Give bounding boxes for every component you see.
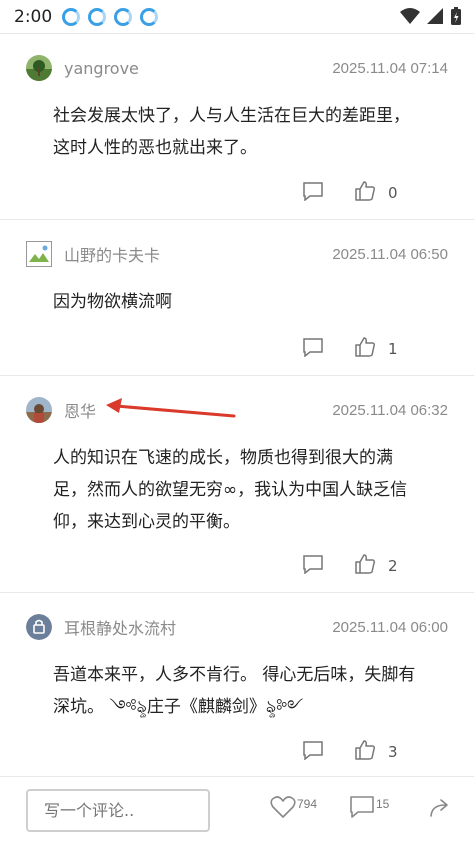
avatar[interactable]: [26, 397, 52, 423]
share-button[interactable]: [428, 795, 452, 819]
status-bar: 2:00: [0, 0, 474, 33]
reply-icon[interactable]: [302, 337, 324, 361]
notification-icon: [140, 7, 159, 26]
comment-item: 耳根静处水流村 2025.11.04 06:00 吾道本来平，人多不肯行。 得心…: [0, 592, 474, 776]
username[interactable]: 耳根静处水流村: [64, 615, 176, 639]
comment-item: 山野的卡夫卡 2025.11.04 06:50 因为物欲横流啊 1: [0, 219, 474, 375]
like-icon[interactable]: [354, 180, 376, 205]
like-total: 794: [297, 797, 318, 811]
like-count: 3: [388, 742, 398, 761]
notification-icon: [62, 7, 81, 26]
comment-icon: [350, 796, 374, 818]
comment-time: 2025.11.04 07:14: [332, 59, 448, 77]
username[interactable]: 恩华: [64, 398, 96, 422]
notification-icon: [88, 7, 107, 26]
comments-button[interactable]: 15: [349, 795, 389, 819]
comment-body: 吾道本来平，人多不肯行。 得心无后味，失脚有 深坑。 ༺ৡ庄子《麒麟剑》ৡ༻: [53, 659, 446, 723]
like-count: 0: [388, 183, 398, 202]
comment-text-line: 人的知识在飞速的成长，物质也得到很大的满: [53, 448, 393, 468]
reply-icon[interactable]: [302, 554, 324, 578]
comment-text-line: 因为物欲横流啊: [53, 292, 172, 312]
like-count: 2: [388, 556, 398, 575]
username[interactable]: yangrove: [64, 59, 139, 78]
like-icon[interactable]: [354, 336, 376, 361]
username[interactable]: 山野的卡夫卡: [64, 242, 160, 266]
notification-icon: [114, 7, 133, 26]
wifi-icon: [400, 8, 420, 24]
avatar[interactable]: [26, 614, 52, 640]
comment-text-line: 吾道本来平，人多不肯行。 得心无后味，失脚有: [53, 665, 416, 685]
like-count: 1: [388, 339, 398, 358]
comment-input[interactable]: [26, 789, 210, 832]
comment-text-line: 足，然而人的欲望无穷∞，我认为中国人缺乏信: [53, 480, 408, 500]
comment-body: 人的知识在飞速的成长，物质也得到很大的满 足，然而人的欲望无穷∞，我认为中国人缺…: [53, 442, 446, 538]
comment-item: yangrove 2025.11.04 07:14 社会发展太快了，人与人生活在…: [0, 33, 474, 219]
comment-body: 因为物欲横流啊: [53, 286, 446, 318]
comment-text-line: 这时人性的恶也就出来了。: [53, 138, 257, 158]
like-icon[interactable]: [354, 553, 376, 578]
like-button[interactable]: 794: [270, 795, 317, 819]
share-icon: [430, 799, 448, 817]
avatar[interactable]: [26, 55, 52, 81]
notification-icons: [62, 7, 159, 26]
annotation-arrow-icon: [106, 398, 236, 418]
heart-icon: [270, 796, 296, 818]
comment-text-line: 仰，来达到心灵的平衡。: [53, 512, 240, 532]
reply-icon[interactable]: [302, 181, 324, 205]
battery-icon: [451, 7, 461, 25]
signal-icon: [427, 8, 443, 24]
like-icon[interactable]: [354, 739, 376, 764]
comment-total: 15: [376, 797, 390, 811]
comment-time: 2025.11.04 06:50: [332, 245, 448, 263]
reply-icon[interactable]: [302, 740, 324, 764]
comment-text-line: 深坑。 ༺ৡ庄子《麒麟剑》ৡ༻: [53, 697, 304, 717]
comment-time: 2025.11.04 06:00: [332, 618, 448, 636]
comment-body: 社会发展太快了，人与人生活在巨大的差距里， 这时人性的恶也就出来了。: [53, 100, 446, 164]
comment-text-line: 社会发展太快了，人与人生活在巨大的差距里，: [53, 106, 410, 126]
status-time: 2:00: [14, 6, 53, 27]
avatar[interactable]: [26, 241, 52, 267]
comment-time: 2025.11.04 06:32: [332, 401, 448, 419]
bottom-bar: 794 15: [0, 776, 474, 843]
